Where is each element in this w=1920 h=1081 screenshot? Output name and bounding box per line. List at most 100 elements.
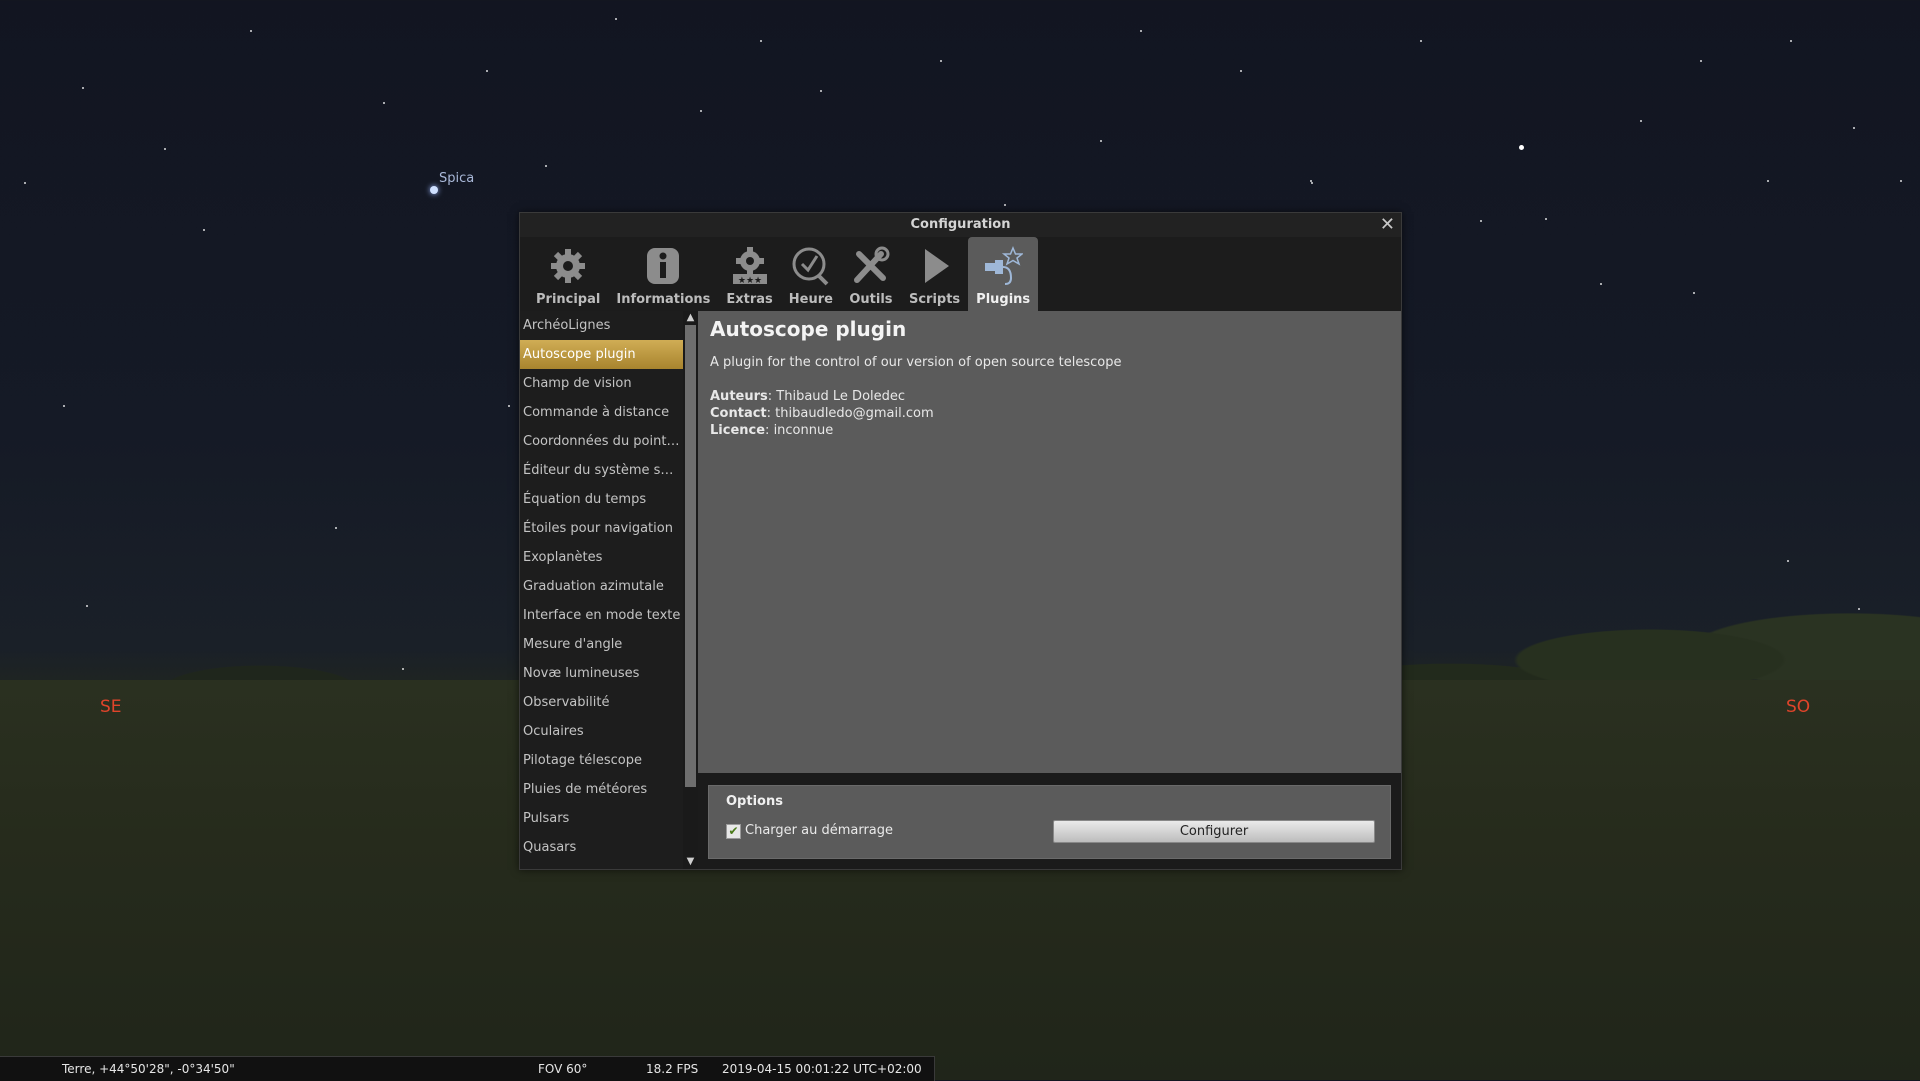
clock-icon [789,244,833,288]
list-item[interactable]: ArchéoLignes [520,311,683,340]
contact-label: Contact [710,406,767,421]
list-item[interactable]: Quasars [520,833,683,862]
tab-outils[interactable]: Outils [841,237,901,311]
authors-value: Thibaud Le Doledec [776,389,906,404]
star-spica[interactable] [430,186,438,194]
star [700,110,702,112]
tab-label: Plugins [976,292,1031,307]
license-label: Licence [710,423,766,438]
list-item[interactable]: Étoiles pour navigation [520,514,683,543]
tab-label: Principal [536,292,601,307]
star [1853,127,1855,129]
star [1787,560,1789,562]
configure-button[interactable]: Configurer [1053,820,1375,843]
list-item[interactable]: Pilotage télescope [520,746,683,775]
list-item[interactable]: Coordonnées du point… [520,427,683,456]
list-item[interactable]: Éditeur du système s… [520,456,683,485]
star [545,165,547,167]
tab-label: Scripts [908,292,961,307]
tab-extras[interactable]: ★★★ Extras [718,237,780,311]
tab-label: Heure [788,292,833,307]
star [1004,204,1006,206]
star [1900,180,1902,182]
cardinal-so: SO [1786,697,1811,717]
plugin-list[interactable]: ArchéoLignes Autoscope plugin Champ de v… [520,311,683,869]
star [203,229,205,231]
star [1140,30,1142,32]
plugin-details: Autoscope plugin A plugin for the contro… [698,311,1401,773]
list-item[interactable]: Observabilité [520,688,683,717]
star [760,40,762,42]
tab-label: Extras [726,292,773,307]
tab-informations[interactable]: Informations [608,237,718,311]
plugin-list-scrollbar[interactable]: ▲ ▼ [683,311,698,869]
authors-label: Auteurs [710,389,768,404]
list-item[interactable]: Pulsars [520,804,683,833]
star [1240,70,1242,72]
plugin-description: A plugin for the control of our version … [710,355,1122,370]
scroll-up-arrow-icon[interactable]: ▲ [683,311,698,325]
contact-value: thibaudledo@gmail.com [775,406,934,421]
list-item-selected[interactable]: Autoscope plugin [520,340,683,369]
list-item[interactable]: Interface en mode texte [520,601,683,630]
tab-scripts[interactable]: Scripts [901,237,968,311]
list-item[interactable]: Pluies de météores [520,775,683,804]
extras-gear-icon: ★★★ [728,244,772,288]
bright-star[interactable] [1519,145,1524,150]
tab-heure[interactable]: Heure [781,237,841,311]
cardinal-se: SE [100,697,122,717]
star [63,405,65,407]
star [1693,292,1695,294]
list-item[interactable]: Exoplanètes [520,543,683,572]
star-label-spica: Spica [439,171,475,186]
plugins-content: ArchéoLignes Autoscope plugin Champ de v… [520,311,1401,869]
list-item[interactable]: Oculaires [520,717,683,746]
close-button[interactable]: ✕ [1380,213,1395,237]
star [383,102,385,104]
tab-plugins[interactable]: Plugins [968,237,1039,311]
plugin-icon [981,244,1025,288]
plugin-authors: Auteurs: Thibaud Le Doledec [710,389,906,404]
list-item[interactable]: Champ de vision [520,369,683,398]
status-bar: Terre, +44°50'28", -0°34'50" FOV 60° 18.… [0,1056,935,1081]
license-value: inconnue [773,423,834,438]
star [1640,120,1642,122]
star [164,148,166,150]
plugin-license: Licence: inconnue [710,423,834,438]
star [508,405,510,407]
list-item[interactable]: Équation du temps [520,485,683,514]
star [1700,60,1702,62]
tab-label: Informations [616,292,711,307]
play-icon [913,244,957,288]
plugin-title: Autoscope plugin [710,317,907,341]
star [1600,283,1602,285]
configuration-dialog: Configuration ✕ Principal Informations ★… [519,212,1402,870]
star [82,87,84,89]
star [1480,220,1482,222]
tab-principal[interactable]: Principal [528,237,608,311]
scrollbar-thumb[interactable] [685,325,696,787]
list-item[interactable]: Commande à distance [520,398,683,427]
star [250,30,252,32]
plugin-contact: Contact: thibaudledo@gmail.com [710,406,934,421]
star [486,70,488,72]
star [820,90,822,92]
dialog-titlebar[interactable]: Configuration ✕ [520,213,1401,237]
star [1100,140,1102,142]
list-item[interactable]: Mesure d'angle [520,630,683,659]
fov-readout: FOV 60° [538,1062,588,1076]
location-readout: Terre, +44°50'28", -0°34'50" [62,1062,235,1076]
list-item[interactable]: Graduation azimutale [520,572,683,601]
star [24,182,26,184]
star [335,527,337,529]
scroll-down-arrow-icon[interactable]: ▼ [683,855,698,869]
star [1420,40,1422,42]
tab-label: Outils [849,292,893,307]
star [940,60,942,62]
star [1311,182,1313,184]
tab-bar: Principal Informations ★★★ Extras Heure … [520,237,1401,311]
fps-readout: 18.2 FPS [646,1062,699,1076]
load-at-startup-label[interactable]: Charger au démarrage [745,823,893,838]
list-item[interactable]: Novæ lumineuses [520,659,683,688]
load-at-startup-checkbox[interactable]: ✔ [726,824,741,839]
